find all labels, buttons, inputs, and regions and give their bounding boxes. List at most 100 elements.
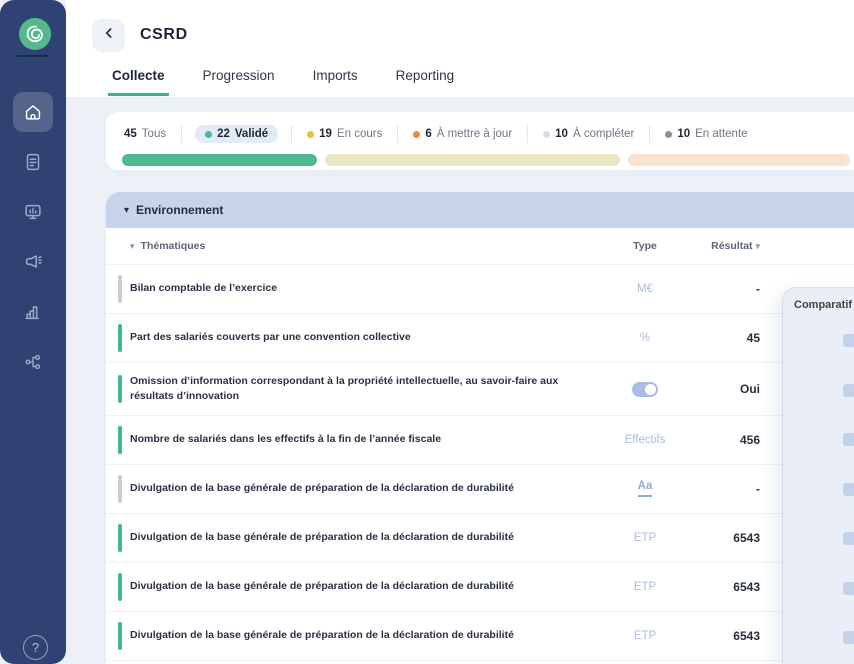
- app-screen: ? CSRD Collecte Progression Imports Reporti…: [0, 0, 854, 664]
- toggle-on-icon: [632, 382, 658, 397]
- table-row[interactable]: Divulgation de la base générale de prépa…: [106, 563, 854, 612]
- status-filter[interactable]: 6 À mettre à jour: [411, 125, 514, 143]
- row-type: ETP: [600, 630, 690, 642]
- table-row[interactable]: Part des salariés couverts par une conve…: [106, 314, 854, 363]
- row-result: 6543: [690, 580, 776, 594]
- row-status-bar: [118, 524, 122, 552]
- status-divider: [527, 125, 528, 143]
- row-result: 6543: [690, 629, 776, 643]
- table-row[interactable]: Divulgation de la base générale de prépa…: [106, 514, 854, 563]
- row-label: Divulgation de la base générale de prépa…: [130, 622, 600, 649]
- sidebar: ?: [0, 0, 66, 664]
- chevron-left-icon: [101, 25, 117, 46]
- question-mark-icon: ?: [32, 640, 39, 655]
- row-result: 456: [690, 433, 776, 447]
- row-type: ETP: [600, 532, 690, 544]
- org-hierarchy-icon: [22, 351, 44, 373]
- row-type: M€: [600, 283, 690, 295]
- status-items: 45 Tous 22 Validé 19 En cours 6 À mettre…: [106, 112, 854, 146]
- comparatif-placeholder: [843, 384, 854, 397]
- row-type: [600, 382, 690, 397]
- status-dot-icon: [307, 131, 314, 138]
- bar-chart-icon: [22, 301, 44, 323]
- collecte-table-card: ▾ Environnement ▾ Thématiques Type Résul…: [106, 192, 854, 664]
- tab-reporting[interactable]: Reporting: [392, 62, 459, 96]
- progress-segment-en-cours: [325, 154, 620, 166]
- sidebar-item-analytics[interactable]: [13, 292, 53, 332]
- sidebar-divider: [17, 55, 49, 57]
- row-type: Aa: [600, 481, 690, 497]
- row-label: Nombre de salariés dans les effectifs à …: [130, 426, 600, 453]
- status-divider: [291, 125, 292, 143]
- dashboard-monitor-icon: [22, 201, 44, 223]
- row-label: Divulgation de la base générale de prépa…: [130, 573, 600, 600]
- help-button[interactable]: ?: [23, 635, 48, 660]
- table-row[interactable]: Omission d’information correspondant à l…: [106, 363, 854, 416]
- text-format-icon: Aa: [638, 481, 653, 497]
- document-icon: [22, 151, 44, 173]
- progress-segment-valide: [122, 154, 317, 166]
- home-icon: [22, 101, 44, 123]
- tab-bar: Collecte Progression Imports Reporting: [108, 62, 458, 96]
- app-logo-icon[interactable]: [19, 18, 51, 50]
- status-divider: [397, 125, 398, 143]
- sort-icon: ▾: [755, 241, 760, 251]
- comparatif-placeholder: [843, 631, 854, 644]
- sidebar-item-announcements[interactable]: [13, 242, 53, 282]
- comparatif-placeholder: [843, 532, 854, 545]
- status-filter[interactable]: 19 En cours: [305, 125, 384, 143]
- comparatif-placeholder: [843, 483, 854, 496]
- megaphone-icon: [22, 251, 44, 273]
- sort-icon: ▾: [130, 241, 135, 252]
- sidebar-item-home[interactable]: [13, 92, 53, 132]
- row-status-bar: [118, 475, 122, 503]
- row-status-bar: [118, 573, 122, 601]
- table-row[interactable]: Bilan comptable de l’exercice M€ -: [106, 265, 854, 314]
- comparatif-placeholder: [843, 334, 854, 347]
- sidebar-item-hierarchy[interactable]: [13, 342, 53, 382]
- column-thematiques[interactable]: ▾ Thématiques: [130, 240, 600, 252]
- table-body: Bilan comptable de l’exercice M€ - Part …: [106, 265, 854, 664]
- column-type: Type: [600, 240, 690, 252]
- section-environnement-header[interactable]: ▾ Environnement: [106, 192, 854, 228]
- row-status-bar: [118, 324, 122, 352]
- status-divider: [181, 125, 182, 143]
- status-dot-icon: [413, 131, 420, 138]
- row-result: 6543: [690, 531, 776, 545]
- sidebar-item-dashboard[interactable]: [13, 192, 53, 232]
- comparatif-title: Comparatif: [783, 288, 854, 311]
- table-row[interactable]: Divulgation de la base générale de prépa…: [106, 465, 854, 514]
- table-row[interactable]: Divulgation de la base générale de prépa…: [106, 612, 854, 661]
- row-label: Bilan comptable de l’exercice: [130, 275, 600, 302]
- status-filter[interactable]: 10 En attente: [663, 125, 749, 143]
- page-title: CSRD: [140, 26, 188, 44]
- comparatif-panel[interactable]: Comparatif: [782, 287, 854, 664]
- sidebar-item-documents[interactable]: [13, 142, 53, 182]
- row-type: Effectifs: [600, 434, 690, 446]
- tab-progression[interactable]: Progression: [199, 62, 279, 96]
- row-result: -: [690, 482, 776, 496]
- row-label: Part des salariés couverts par une conve…: [130, 324, 600, 351]
- header: CSRD Collecte Progression Imports Reporting: [66, 0, 854, 97]
- status-dot-icon: [205, 131, 212, 138]
- column-resultat[interactable]: Résultat ▾: [690, 240, 776, 252]
- row-result: -: [690, 282, 776, 296]
- row-label: Divulgation de la base générale de prépa…: [130, 524, 600, 551]
- row-type: %: [600, 332, 690, 344]
- status-filter[interactable]: 45 Tous: [122, 125, 168, 143]
- tab-collecte[interactable]: Collecte: [108, 62, 169, 96]
- section-title: Environnement: [136, 203, 223, 217]
- table-row[interactable]: Nombre de salariés dans les effectifs à …: [106, 416, 854, 465]
- collapse-icon: ▾: [124, 205, 129, 216]
- row-label: Omission d’information correspondant à l…: [130, 368, 600, 410]
- status-filter[interactable]: 22 Validé: [195, 125, 278, 143]
- row-type: ETP: [600, 581, 690, 593]
- status-filter[interactable]: 10 À compléter: [541, 125, 636, 143]
- back-button[interactable]: [92, 19, 125, 52]
- row-status-bar: [118, 426, 122, 454]
- comparatif-placeholder: [843, 433, 854, 446]
- status-dot-icon: [665, 131, 672, 138]
- tab-imports[interactable]: Imports: [309, 62, 362, 96]
- status-divider: [649, 125, 650, 143]
- row-result: 45: [690, 331, 776, 345]
